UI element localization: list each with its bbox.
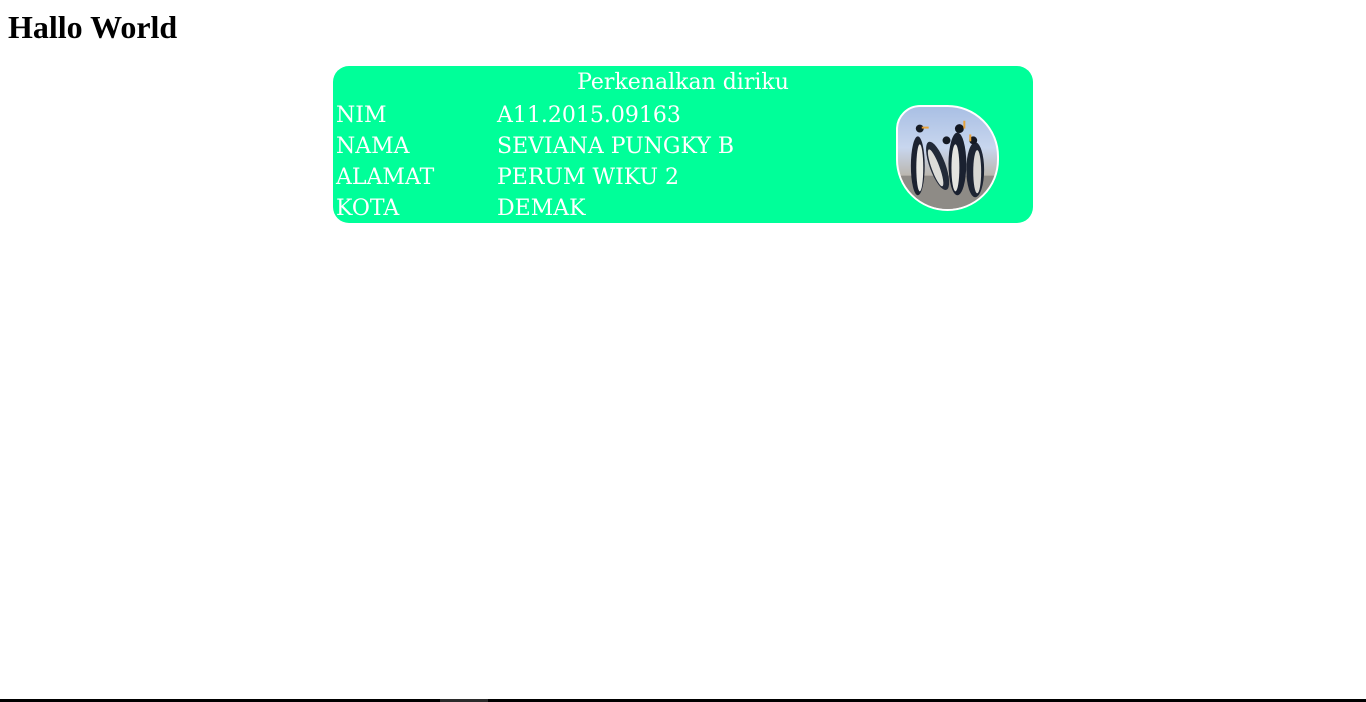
table-row: NIM A11.2015.09163 bbox=[336, 100, 734, 131]
nama-value: SEVIANA PUNGKY B bbox=[497, 134, 735, 159]
alamat-value: PERUM WIKU 2 bbox=[497, 165, 679, 190]
penguin-left-belly bbox=[916, 144, 924, 192]
penguin-far-right-belly bbox=[973, 150, 982, 194]
profile-info-table: NIM A11.2015.09163 NAMA SEVIANA PUNGKY B… bbox=[336, 100, 734, 224]
card-heading: Perkenalkan diriku bbox=[577, 70, 789, 95]
penguins-photo bbox=[896, 105, 999, 211]
nama-label: NAMA bbox=[336, 134, 410, 159]
nim-value: A11.2015.09163 bbox=[497, 103, 681, 128]
nim-label: NIM bbox=[336, 103, 387, 128]
profile-card: Perkenalkan diriku NIM A11.2015.09163 NA… bbox=[333, 66, 1033, 223]
table-row: ALAMAT PERUM WIKU 2 bbox=[336, 162, 734, 193]
alamat-label: ALAMAT bbox=[336, 165, 435, 190]
kota-label: KOTA bbox=[336, 196, 400, 221]
penguin-far-right-beak bbox=[969, 134, 972, 142]
penguin-middle-head bbox=[942, 136, 951, 145]
page: Hallo World Perkenalkan diriku NIM A11.2… bbox=[0, 0, 1366, 702]
penguin-right-belly bbox=[951, 144, 960, 192]
penguin-left-beak bbox=[921, 126, 929, 129]
table-row: KOTA DEMAK bbox=[336, 193, 734, 224]
kota-value: DEMAK bbox=[497, 196, 586, 221]
penguin-right-head bbox=[954, 124, 964, 133]
penguins-image bbox=[898, 120, 997, 209]
table-row: NAMA SEVIANA PUNGKY B bbox=[336, 131, 734, 162]
penguin-right-beak bbox=[963, 120, 966, 129]
page-title: Hallo World bbox=[8, 9, 178, 45]
